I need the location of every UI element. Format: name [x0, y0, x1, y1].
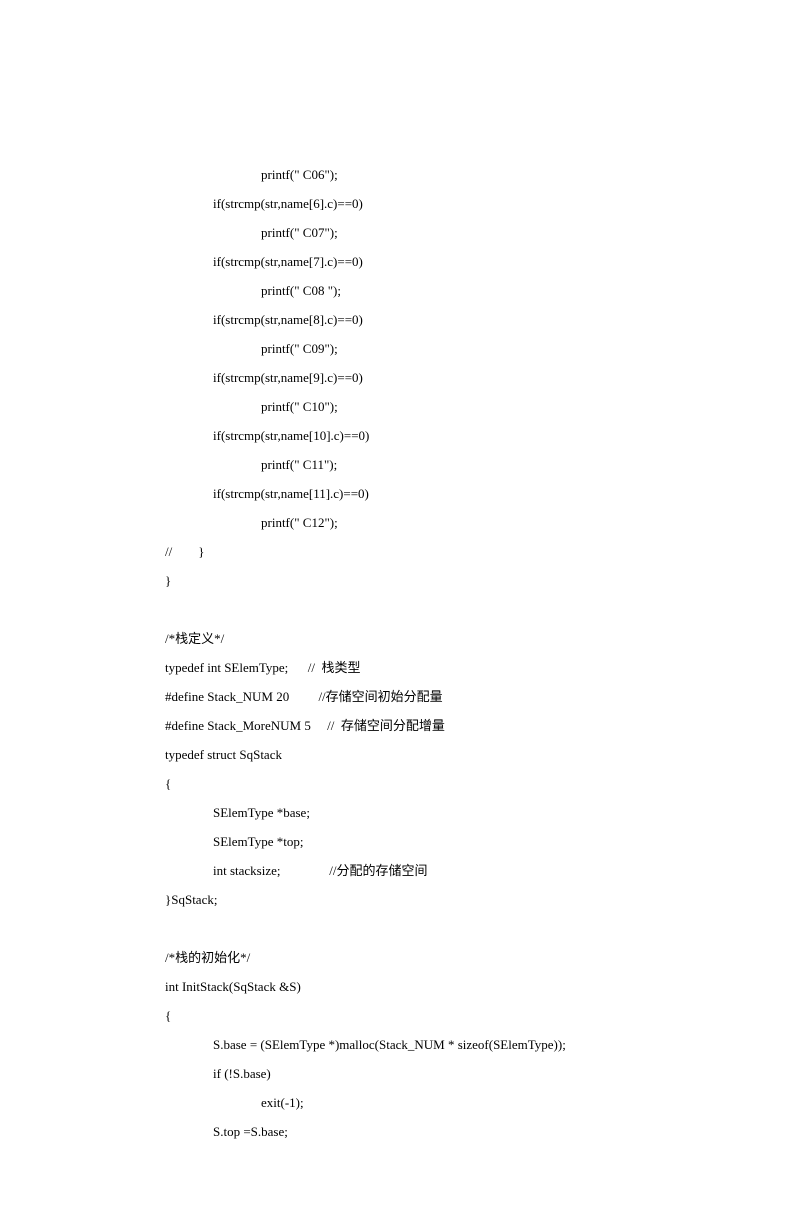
code-line: typedef int SElemType; // 栈类型 — [165, 653, 627, 682]
code-line: { — [165, 1001, 627, 1030]
code-line: printf(" C07"); — [165, 218, 627, 247]
code-line: int InitStack(SqStack &S) — [165, 972, 627, 1001]
code-line: #define Stack_MoreNUM 5 // 存储空间分配增量 — [165, 711, 627, 740]
code-line: if(strcmp(str,name[8].c)==0) — [165, 305, 627, 334]
code-line: typedef struct SqStack — [165, 740, 627, 769]
code-line: if(strcmp(str,name[11].c)==0) — [165, 479, 627, 508]
code-line: { — [165, 769, 627, 798]
code-line: if(strcmp(str,name[10].c)==0) — [165, 421, 627, 450]
code-page: printf(" C06");if(strcmp(str,name[6].c)=… — [0, 0, 792, 1206]
code-line: printf(" C11"); — [165, 450, 627, 479]
code-line: int stacksize; //分配的存储空间 — [165, 856, 627, 885]
code-line: /*栈的初始化*/ — [165, 943, 627, 972]
code-line: S.top =S.base; — [165, 1117, 627, 1146]
code-line: S.base = (SElemType *)malloc(Stack_NUM *… — [165, 1030, 627, 1059]
blank-line — [165, 595, 627, 624]
code-line: /*栈定义*/ — [165, 624, 627, 653]
code-line: printf(" C10"); — [165, 392, 627, 421]
code-line: exit(-1); — [165, 1088, 627, 1117]
code-line: #define Stack_NUM 20 //存储空间初始分配量 — [165, 682, 627, 711]
code-line: if(strcmp(str,name[7].c)==0) — [165, 247, 627, 276]
code-line: printf(" C09"); — [165, 334, 627, 363]
code-line: }SqStack; — [165, 885, 627, 914]
code-line: if(strcmp(str,name[9].c)==0) — [165, 363, 627, 392]
code-line: printf(" C06"); — [165, 160, 627, 189]
code-line: if(strcmp(str,name[6].c)==0) — [165, 189, 627, 218]
blank-line — [165, 914, 627, 943]
code-line: printf(" C08 "); — [165, 276, 627, 305]
code-line: // } — [165, 537, 627, 566]
code-line: SElemType *base; — [165, 798, 627, 827]
code-line: printf(" C12"); — [165, 508, 627, 537]
code-line: SElemType *top; — [165, 827, 627, 856]
code-line: } — [165, 566, 627, 595]
code-line: if (!S.base) — [165, 1059, 627, 1088]
